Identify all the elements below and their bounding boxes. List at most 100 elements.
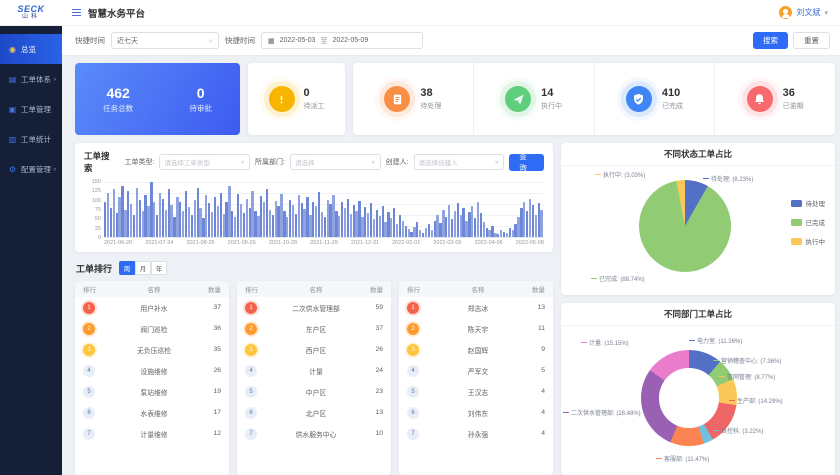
search-field-select-2[interactable]: 请选择创建人∨	[414, 154, 505, 170]
ranking-tab-2[interactable]: 年	[151, 261, 167, 275]
pie-slice-label: 已完成: (88.74%)	[591, 274, 645, 283]
sidebar-item-3[interactable]: ▥工单统计	[0, 124, 62, 154]
stat-cell: 14执行中	[473, 63, 594, 135]
ranking-tab-1[interactable]: 月	[135, 261, 151, 275]
ranking-header: 工单排行 周月年	[76, 261, 553, 275]
pending-dispatch-card: 0待派工	[248, 63, 345, 135]
x-tick-label: 2021-08-25	[186, 240, 214, 246]
medal-icon: 2	[83, 323, 95, 335]
bar	[405, 226, 407, 237]
y-tick-label: 75	[95, 207, 101, 213]
overview-icon: ◉	[8, 45, 17, 54]
bar	[324, 217, 326, 237]
x-tick-label: 2022-05-08	[516, 240, 544, 246]
pie-slice-label: 执行中: (3.03%)	[595, 170, 645, 179]
pie-slice-label: 营销稽查中心: (7.36%)	[713, 356, 781, 365]
row-quantity: 11	[523, 325, 545, 332]
bar	[373, 219, 375, 237]
range-join-text: 至	[320, 36, 327, 46]
shield-check-icon	[626, 86, 652, 112]
stat-cell: 410已完成	[594, 63, 715, 135]
legend-item[interactable]: 已完成	[791, 217, 826, 227]
label-leader-line	[591, 278, 597, 280]
row-quantity: 26	[361, 346, 383, 353]
select-placeholder: 请选择创建人	[419, 157, 492, 167]
user-name[interactable]: 刘文斌	[796, 7, 820, 18]
document-icon	[384, 86, 410, 112]
bar	[130, 204, 132, 237]
ranking-tab-0[interactable]: 周	[119, 261, 135, 275]
bar	[217, 206, 219, 237]
app-root: SECK 山科 智慧水务平台 刘文斌 ▾ ◉总览▤工单体系∨▣工单管理▥工单统计…	[0, 0, 840, 475]
search-field-select-1[interactable]: 请选择∨	[290, 154, 381, 170]
pie-slice-label: 待处理: (8.23%)	[703, 174, 753, 183]
query-button[interactable]: 查询	[509, 154, 544, 171]
search-field-select-0[interactable]: 请选择工单类型∨	[159, 154, 250, 170]
row-quantity: 37	[199, 304, 221, 311]
workorder-search-row: 工单搜索 工单类型:请选择工单类型∨所属部门:请选择∨创建人:请选择创建人∨查询	[84, 150, 544, 174]
bar	[272, 215, 274, 237]
sidebar-item-0[interactable]: ◉总览	[0, 34, 62, 64]
label-leader-line	[581, 342, 587, 344]
row-quantity: 23	[361, 388, 383, 395]
sidebar-item-2[interactable]: ▣工单管理	[0, 94, 62, 124]
bar	[240, 204, 242, 237]
row-quantity: 12	[199, 430, 221, 437]
bar	[474, 218, 476, 237]
row-name: 孙永强	[433, 429, 523, 439]
pie-slice-label: 二次供水管理部: (28.48%)	[563, 408, 641, 417]
pie-slice-label: 计量: (15.15%)	[581, 338, 629, 347]
bar	[431, 230, 433, 237]
row-name: 水表维修	[109, 408, 199, 418]
task-total-value: 462	[103, 85, 133, 101]
avatar[interactable]	[779, 6, 792, 19]
legend-item[interactable]: 待处理	[791, 198, 826, 208]
bar	[237, 194, 239, 237]
reset-button[interactable]: 重置	[793, 32, 830, 49]
chevron-down-icon: ▾	[824, 9, 828, 17]
bar	[425, 228, 427, 237]
table-row: 2东户区37	[237, 318, 391, 339]
select-placeholder: 请选择	[295, 157, 368, 167]
range-start-date: 2022-05-03	[280, 37, 316, 44]
table-row: 5泵站维修19	[75, 381, 229, 402]
row-quantity: 10	[361, 430, 383, 437]
date-range-input[interactable]: ▦ 2022-05-03 至 2022-05-09	[261, 32, 423, 49]
row-quantity: 5	[523, 367, 545, 374]
bar	[370, 203, 372, 237]
row-name: 西户区	[271, 345, 361, 355]
bar	[139, 200, 141, 237]
stat-cell: 36已逾期	[714, 63, 835, 135]
row-name: 阀门巡检	[109, 324, 199, 334]
bar	[402, 221, 404, 238]
x-tick-label: 2021-12-31	[351, 240, 379, 246]
table-header: 排行名称数量	[75, 281, 229, 297]
department-donut-chart: 电力室: (11.26%)营销稽查中心: (7.36%)管网管理: (8.77%…	[561, 326, 835, 475]
label-leader-line	[713, 360, 719, 362]
search-field-label-0: 工单类型:	[124, 157, 154, 167]
table-row: 7计量维修12	[75, 423, 229, 444]
table-row: 2陈天宇11	[399, 318, 553, 339]
sidebar-item-1[interactable]: ▤工单体系∨	[0, 64, 62, 94]
medal-icon: 3	[245, 344, 257, 356]
bar	[526, 211, 528, 237]
sidebar-item-4[interactable]: ⚙配置管理∨	[0, 154, 62, 184]
sidebar-item-label: 配置管理	[21, 164, 51, 175]
search-button[interactable]: 搜索	[753, 32, 788, 49]
legend-item[interactable]: 执行中	[791, 236, 826, 246]
bar	[191, 215, 193, 237]
x-tick-label: 2021-10-28	[269, 240, 297, 246]
row-name: 供水服务中心	[271, 429, 361, 439]
table-row: 3赵国辉9	[399, 339, 553, 360]
table-row: 5王汉志4	[399, 381, 553, 402]
quick-time-select[interactable]: 近七天 ∨	[111, 32, 219, 49]
collapse-menu-icon[interactable]	[72, 12, 81, 14]
bar	[104, 202, 106, 237]
table-row: 1郑志冰13	[399, 297, 553, 318]
user-menu[interactable]: 刘文斌 ▾	[779, 6, 840, 19]
column-header: 数量	[523, 284, 545, 294]
daily-bar-chart: 0255075100125150	[84, 182, 544, 238]
pie-slice-label: 自控科: (3.22%)	[713, 426, 763, 435]
task-total-card: 462 任务总数 0 待审批	[75, 63, 240, 135]
bar	[350, 214, 352, 237]
